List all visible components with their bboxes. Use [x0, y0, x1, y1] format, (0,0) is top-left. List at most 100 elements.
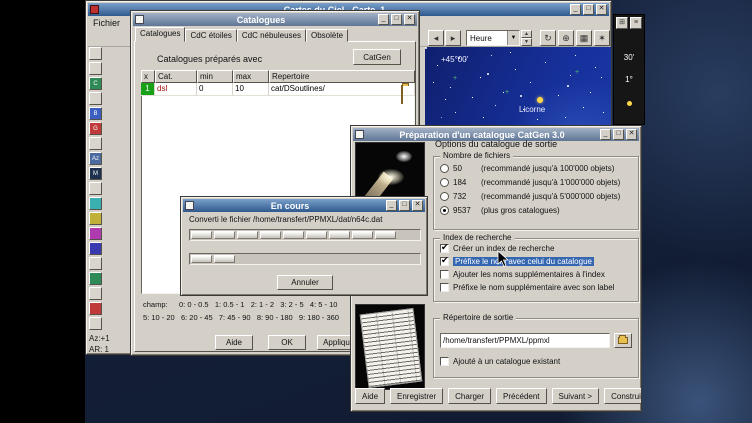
tab-catalogues[interactable]: Catalogues: [135, 27, 185, 42]
menu-fichier[interactable]: Fichier: [88, 17, 125, 29]
side-toolbar-button[interactable]: G: [89, 122, 102, 135]
refresh-icon[interactable]: ↻: [540, 30, 556, 46]
side-toolbar-button[interactable]: [89, 92, 102, 105]
construire-button[interactable]: Construire les fichiers: [604, 388, 642, 404]
side-toolbar-button[interactable]: [89, 47, 102, 60]
side-toolbar-button[interactable]: [89, 287, 102, 300]
side-toolbar-button[interactable]: Az: [89, 152, 102, 165]
close-icon[interactable]: ✕: [412, 200, 423, 211]
side-toolbar-button[interactable]: [89, 62, 102, 75]
output-group-legend: Répertoire de sortie: [440, 313, 516, 322]
side-toolbar-button[interactable]: [89, 302, 102, 315]
toolbar-button-2[interactable]: ▸: [445, 30, 461, 46]
checkbox-add-supplementary-names[interactable]: [440, 270, 449, 279]
toolbar-button-1[interactable]: ◂: [428, 30, 444, 46]
checkbox-append-existing[interactable]: [440, 357, 449, 366]
radio-184[interactable]: [440, 178, 449, 187]
catgen-buttons: Aide Enregistrer Charger Précédent Suiva…: [355, 388, 642, 404]
enregistrer-button[interactable]: Enregistrer: [390, 388, 443, 404]
col-header-cat[interactable]: Cat.: [155, 70, 197, 83]
minimize-icon[interactable]: _: [570, 4, 581, 15]
target-icon[interactable]: ⊕: [558, 30, 574, 46]
app-icon: [90, 5, 99, 14]
row-max-cell[interactable]: 10: [233, 83, 269, 96]
side-toolbar-button[interactable]: [89, 227, 102, 240]
close-icon[interactable]: ✕: [404, 14, 415, 25]
col-header-max[interactable]: max: [233, 70, 269, 83]
checkbox-create-index[interactable]: [440, 244, 449, 253]
col-header-min[interactable]: min: [197, 70, 233, 83]
aide-button[interactable]: Aide: [215, 335, 253, 350]
spin-up-icon[interactable]: ▲: [521, 30, 532, 38]
catgen-button[interactable]: CatGen: [353, 49, 401, 65]
row-cat-cell[interactable]: dsl: [155, 83, 197, 96]
close-icon[interactable]: ✕: [596, 4, 607, 15]
side-toolbar-button[interactable]: [89, 242, 102, 255]
spin-down-icon[interactable]: ▼: [521, 38, 532, 46]
side-toolbar-button[interactable]: [89, 137, 102, 150]
side-toolbar-button[interactable]: [89, 182, 102, 195]
side-toolbar-button[interactable]: B: [89, 107, 102, 120]
catalog-card-image: [355, 304, 425, 390]
annuler-button[interactable]: Annuler: [277, 275, 333, 290]
grid-icon[interactable]: ▦: [576, 30, 592, 46]
folder-icon[interactable]: [401, 86, 403, 104]
chevron-down-icon[interactable]: ▼: [507, 31, 519, 45]
tab-cdc-nebuleuses[interactable]: CdC nébuleuses: [237, 29, 306, 42]
row-active-cell[interactable]: 1: [141, 83, 155, 96]
side-toolbar-button[interactable]: [89, 317, 102, 330]
col-header-repertoire[interactable]: Repertoire: [269, 70, 415, 83]
radio-9537[interactable]: [440, 206, 449, 215]
radio-50[interactable]: [440, 164, 449, 173]
catalogues-title: Catalogues: [146, 15, 376, 25]
tab-cdc-etoiles[interactable]: CdC étoiles: [185, 29, 236, 42]
progress-bar-1: [189, 229, 421, 241]
fov-label[interactable]: 30': [614, 53, 644, 62]
output-path-input[interactable]: [440, 333, 610, 348]
star-tool-icon[interactable]: ✶: [594, 30, 610, 46]
catalogues-titlebar[interactable]: Catalogues _ □ ✕: [133, 13, 417, 26]
minimize-icon[interactable]: _: [378, 14, 389, 25]
mouse-cursor: [497, 250, 509, 268]
chart-marker: +: [453, 75, 457, 82]
time-mode-combo[interactable]: Heure ▼: [466, 30, 520, 46]
dialog-icon: [185, 201, 194, 210]
side-toolbar-button[interactable]: [89, 212, 102, 225]
maximize-icon[interactable]: □: [391, 14, 402, 25]
fov-label[interactable]: 1°: [614, 75, 644, 84]
checkbox-prefix-catalog[interactable]: [440, 257, 449, 266]
row-repertoire-cell[interactable]: cat/DSoutlines/: [269, 83, 415, 96]
time-spinner[interactable]: ▲ ▼: [521, 30, 532, 46]
minimize-icon[interactable]: _: [600, 129, 611, 140]
suivant-button[interactable]: Suivant >: [552, 388, 600, 404]
col-header-x[interactable]: x: [141, 70, 155, 83]
side-toolbar-button[interactable]: M: [89, 167, 102, 180]
fov-menu-icon[interactable]: ≡: [630, 17, 642, 29]
maximize-icon[interactable]: □: [613, 129, 624, 140]
maximize-icon[interactable]: □: [399, 200, 410, 211]
ok-button[interactable]: OK: [268, 335, 306, 350]
close-icon[interactable]: ✕: [626, 129, 637, 140]
side-toolbar-button[interactable]: [89, 257, 102, 270]
precedent-button[interactable]: Précédent: [496, 388, 546, 404]
tab-obsolete[interactable]: Obsolète: [306, 29, 348, 42]
fov-grid-icon[interactable]: ⊞: [616, 17, 628, 29]
aide-button[interactable]: Aide: [355, 388, 385, 404]
browse-folder-button[interactable]: [614, 333, 632, 348]
charger-button[interactable]: Charger: [448, 388, 491, 404]
constellation-label: Licorne: [519, 105, 545, 114]
progress-title: En cours: [196, 201, 384, 211]
moon-marker[interactable]: [537, 97, 543, 103]
checkbox-prefix-supplementary-label[interactable]: [440, 283, 449, 292]
side-toolbar-button[interactable]: C: [89, 77, 102, 90]
progress-titlebar[interactable]: En cours _ □ ✕: [183, 199, 425, 212]
screen: Cartes du Ciel - Carte_1 _ □ ✕ Fichier ◂…: [0, 0, 752, 423]
side-toolbar-button[interactable]: [89, 272, 102, 285]
prepared-with-label: Catalogues préparés avec: [157, 54, 262, 64]
progress-message: Converti le fichier /home/transfert/PPMX…: [189, 215, 423, 224]
radio-732[interactable]: [440, 192, 449, 201]
row-min-cell[interactable]: 0: [197, 83, 233, 96]
side-toolbar-button[interactable]: [89, 197, 102, 210]
minimize-icon[interactable]: _: [386, 200, 397, 211]
maximize-icon[interactable]: □: [583, 4, 594, 15]
